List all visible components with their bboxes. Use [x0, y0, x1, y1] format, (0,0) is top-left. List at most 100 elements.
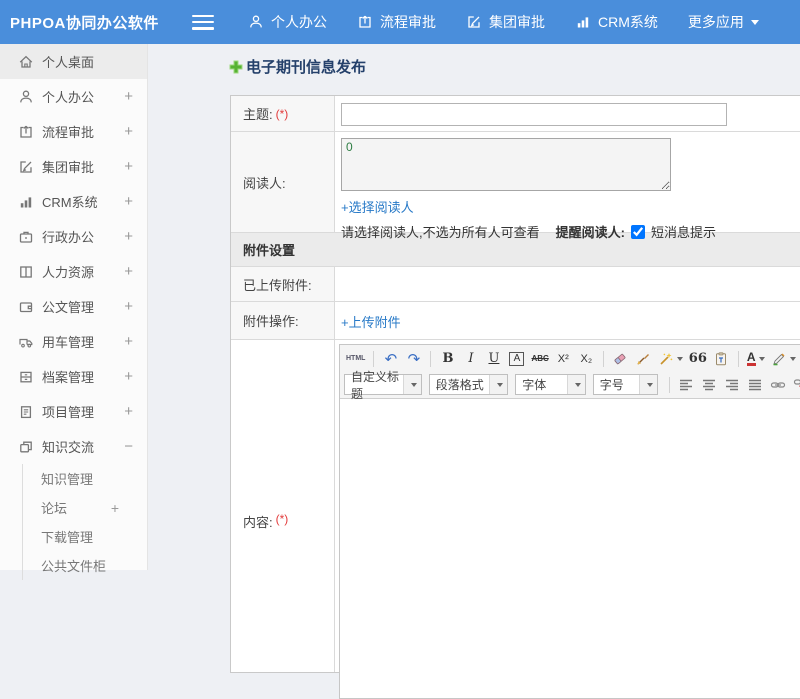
align-justify-button[interactable] — [745, 374, 766, 395]
caret-down-icon — [567, 375, 585, 394]
sidebar-item-label: 用车管理 — [42, 332, 94, 351]
sidebar-item-crm-system[interactable]: CRM系统 + — [0, 184, 147, 219]
strikethrough-button[interactable]: ABC — [529, 348, 550, 369]
expand-toggle[interactable]: + — [124, 158, 133, 175]
blockquote-button[interactable]: 66 — [687, 348, 709, 369]
expand-toggle[interactable]: + — [124, 123, 133, 140]
sidebar-item-label: 知识交流 — [42, 437, 94, 456]
collapse-toggle[interactable]: − — [124, 438, 133, 455]
expand-toggle[interactable]: + — [124, 333, 133, 350]
nav-workflow-approval[interactable]: 流程审批 — [357, 12, 436, 32]
superscript-button[interactable]: X² — [553, 348, 574, 369]
sidebar-subitem-public-file-cabinet[interactable]: 公共文件柜 — [23, 551, 147, 580]
unlink-button[interactable] — [791, 374, 800, 395]
font-color-button[interactable]: A — [745, 348, 767, 369]
nav-personal-office[interactable]: 个人办公 — [248, 12, 327, 32]
expand-toggle[interactable]: + — [111, 500, 119, 516]
sidebar-item-vehicle-management[interactable]: 用车管理 + — [0, 324, 147, 359]
sidebar-item-personal-office[interactable]: 个人办公 + — [0, 79, 147, 114]
expand-toggle[interactable]: + — [124, 263, 133, 280]
underline-button[interactable]: U — [483, 348, 504, 369]
italic-button[interactable]: I — [460, 348, 481, 369]
readers-textarea[interactable]: 0 — [341, 138, 671, 191]
paste-text-button[interactable] — [711, 348, 732, 369]
sidebar-subitem-label: 公共文件柜 — [41, 556, 106, 575]
sidebar-item-label: 人力资源 — [42, 262, 94, 281]
sms-notify-checkbox[interactable] — [631, 225, 645, 239]
flow-icon — [18, 124, 34, 140]
user-icon — [248, 14, 264, 30]
truck-icon — [18, 334, 34, 350]
quick-format-button[interactable] — [656, 348, 685, 369]
insert-link-button[interactable] — [768, 374, 789, 395]
expand-toggle[interactable]: + — [124, 88, 133, 105]
sidebar-item-project-management[interactable]: 项目管理 + — [0, 394, 147, 429]
nav-label: 更多应用 — [688, 12, 744, 32]
page-title: 电子期刊信息发布 — [229, 56, 366, 77]
user-icon — [18, 89, 34, 105]
nav-crm-system[interactable]: CRM系统 — [575, 12, 658, 32]
subject-input-cell — [335, 96, 800, 131]
readers-label: 阅读人: — [243, 173, 286, 192]
sidebar-item-personal-desktop[interactable]: 个人桌面 — [0, 44, 147, 79]
nav-label: CRM系统 — [598, 12, 658, 32]
font-style-button[interactable]: A — [506, 348, 527, 369]
align-left-button[interactable] — [676, 374, 697, 395]
sidebar-item-admin-office[interactable]: 行政办公 + — [0, 219, 147, 254]
expand-toggle[interactable]: + — [124, 403, 133, 420]
sidebar-item-group-approval[interactable]: 集团审批 + — [0, 149, 147, 184]
top-header-bar: PHPOA协同办公软件 个人办公 流程审批 集团审批 CRM系统 更多应用 — [0, 0, 800, 44]
operations-content-cell: +上传附件 — [335, 302, 800, 339]
font-size-select[interactable]: 字号 — [593, 374, 658, 395]
sidebar-subitem-download-management[interactable]: 下载管理 — [23, 522, 147, 551]
sidebar-subitem-label: 知识管理 — [41, 469, 93, 488]
align-right-button[interactable] — [722, 374, 743, 395]
heading-select[interactable]: 自定义标题 — [344, 374, 422, 395]
html-source-button[interactable]: HTML — [344, 348, 367, 369]
edit-icon — [466, 14, 482, 30]
sidebar-subitem-label: 论坛 — [41, 498, 67, 517]
editor-content-area[interactable] — [340, 398, 800, 698]
attachments-section-title: 附件设置 — [243, 240, 295, 259]
upload-attachment-link[interactable]: +上传附件 — [341, 315, 401, 330]
undo-button[interactable]: ↶ — [380, 348, 401, 369]
format-brush-button[interactable] — [633, 348, 654, 369]
bold-button[interactable]: B — [437, 348, 458, 369]
redo-button[interactable]: ↷ — [403, 348, 424, 369]
sidebar-item-human-resources[interactable]: 人力资源 + — [0, 254, 147, 289]
nav-group-approval[interactable]: 集团审批 — [466, 12, 545, 32]
sidebar-subitem-knowledge-management[interactable]: 知识管理 — [23, 464, 147, 493]
sidebar-subitem-forum[interactable]: 论坛 + — [23, 493, 147, 522]
font-family-select[interactable]: 字体 — [515, 374, 586, 395]
sidebar-item-label: 行政办公 — [42, 227, 94, 246]
caret-down-icon — [489, 375, 507, 394]
readers-hint-text: 请选择阅读人,不选为所有人可查看 — [341, 222, 540, 241]
sidebar-item-workflow-approval[interactable]: 流程审批 + — [0, 114, 147, 149]
nav-more-apps[interactable]: 更多应用 — [688, 12, 759, 32]
sidebar-item-knowledge-exchange[interactable]: 知识交流 − — [0, 429, 147, 464]
edit-icon — [18, 159, 34, 175]
content-label-cell: 内容: (*) — [231, 340, 335, 672]
sidebar-item-archive-management[interactable]: 档案管理 + — [0, 359, 147, 394]
sidebar-item-label: CRM系统 — [42, 192, 98, 211]
expand-toggle[interactable]: + — [124, 228, 133, 245]
expand-toggle[interactable]: + — [124, 368, 133, 385]
home-icon — [18, 54, 34, 70]
select-readers-link[interactable]: +选择阅读人 — [341, 197, 414, 216]
align-center-button[interactable] — [699, 374, 720, 395]
publish-form: 主题: (*) 阅读人: 0 +选择阅读人 请选择阅读人,不选为所有人可查看 提… — [230, 95, 800, 673]
operations-label-cell: 附件操作: — [231, 302, 335, 339]
expand-toggle[interactable]: + — [124, 298, 133, 315]
paragraph-format-select[interactable]: 段落格式 — [429, 374, 509, 395]
subject-input[interactable] — [341, 103, 727, 126]
rich-text-editor: HTML ↶ ↷ B I U A ABC X² X₂ — [339, 344, 800, 699]
editor-toolbar-row-2: 自定义标题 段落格式 字体 字号 — [340, 372, 800, 398]
sidebar: 个人桌面 个人办公 + 流程审批 + 集团审批 + CRM系统 + 行政办公 +… — [0, 44, 148, 570]
expand-toggle[interactable]: + — [124, 193, 133, 210]
subscript-button[interactable]: X₂ — [576, 348, 597, 369]
sidebar-item-document-management[interactable]: 公文管理 + — [0, 289, 147, 324]
hamburger-menu-icon[interactable] — [192, 15, 214, 30]
nav-label: 流程审批 — [380, 12, 436, 32]
highlight-color-button[interactable] — [769, 348, 798, 369]
remove-format-button[interactable] — [610, 348, 631, 369]
